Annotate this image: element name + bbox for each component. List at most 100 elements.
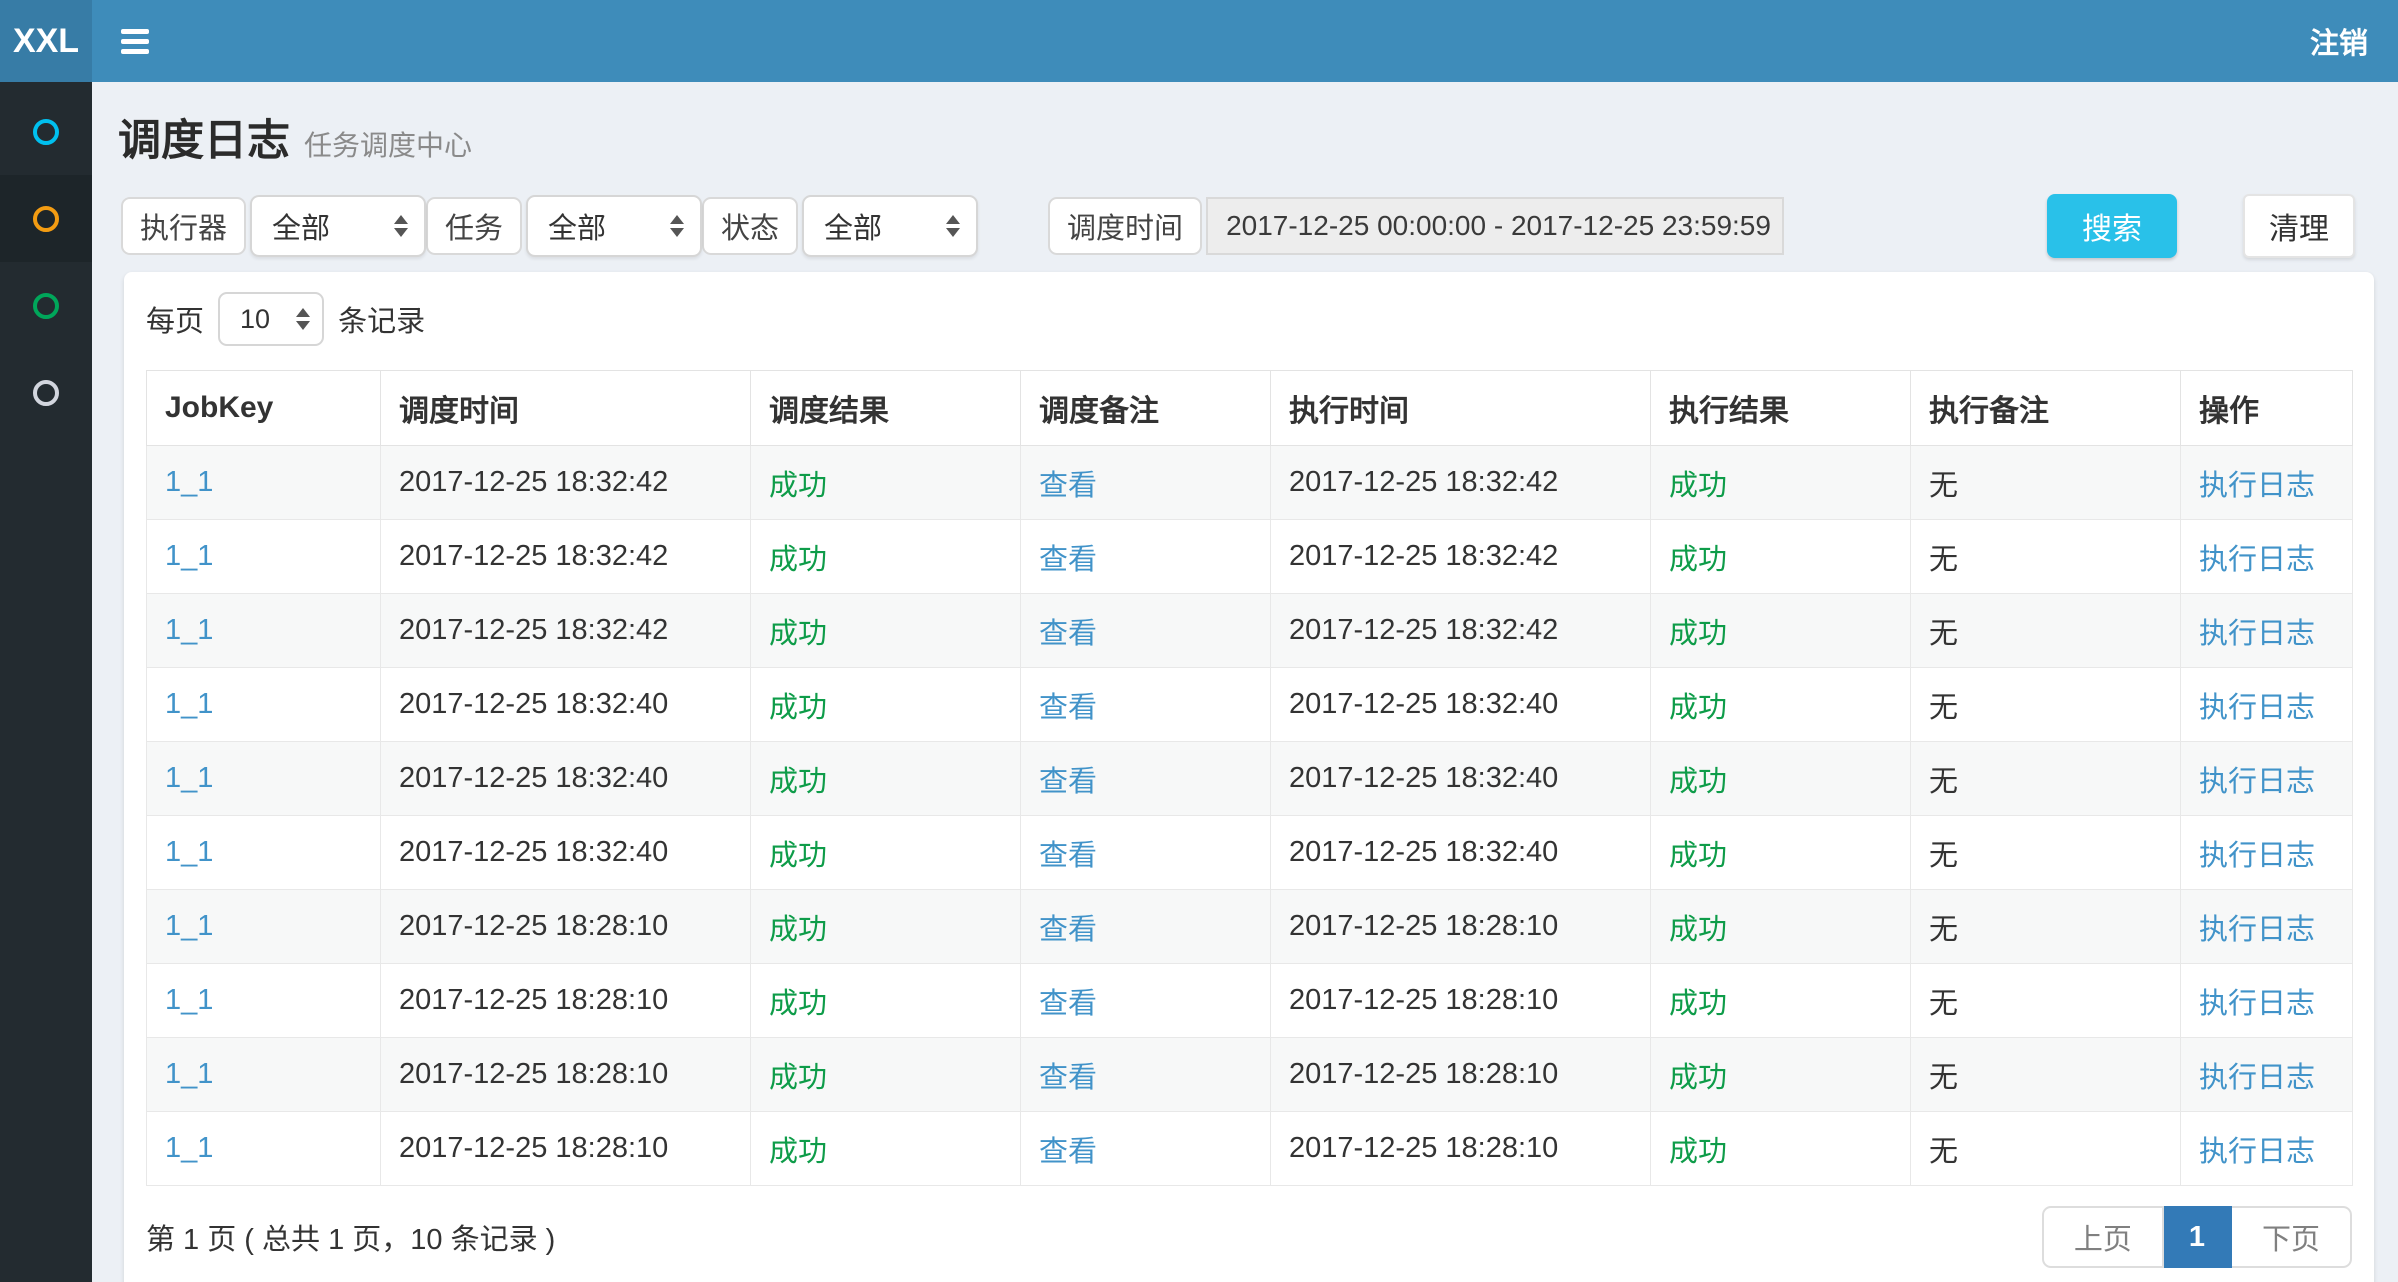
jobkey-link-cell: 1_1 xyxy=(147,816,381,890)
dispatch-time-cell: 2017-12-25 18:32:42 xyxy=(399,614,668,646)
table-row: 1_12017-12-25 18:28:10成功查看2017-12-25 18:… xyxy=(147,890,2353,964)
exec-result-cell: 成功 xyxy=(1669,1062,1727,1094)
exec-remark-cell-cell: 无 xyxy=(1911,816,2181,890)
exec-result-cell-cell: 成功 xyxy=(1651,816,1911,890)
clear-button[interactable]: 清理 xyxy=(2243,194,2355,258)
search-button[interactable]: 搜索 xyxy=(2047,194,2177,258)
pagination: 上页 1 下页 xyxy=(2042,1206,2352,1268)
column-header-dispatch-time: 调度时间 xyxy=(381,371,751,446)
exec-remark-cell: 无 xyxy=(1929,988,1958,1020)
dispatch-time-cell-cell: 2017-12-25 18:32:42 xyxy=(381,594,751,668)
dispatch-remark-link[interactable]: 查看 xyxy=(1039,840,1097,872)
exec-log-link[interactable]: 执行日志 xyxy=(2199,692,2315,724)
jobkey-link[interactable]: 1_1 xyxy=(165,688,213,720)
current-page-button[interactable]: 1 xyxy=(2164,1206,2232,1268)
dispatch-log-table: JobKey 调度时间 调度结果 调度备注 执行时间 执行结果 执行备注 操作 … xyxy=(146,370,2353,1186)
exec-remark-cell: 无 xyxy=(1929,544,1958,576)
exec-result-cell-cell: 成功 xyxy=(1651,1038,1911,1112)
menu-item-gray[interactable] xyxy=(0,349,92,436)
exec-remark-cell-cell: 无 xyxy=(1911,1112,2181,1186)
dispatch-remark-link[interactable]: 查看 xyxy=(1039,1062,1097,1094)
menu-item-green[interactable] xyxy=(0,262,92,349)
exec-log-link[interactable]: 执行日志 xyxy=(2199,470,2315,502)
next-page-button[interactable]: 下页 xyxy=(2232,1206,2352,1268)
dispatch-remark-link-cell: 查看 xyxy=(1021,446,1271,520)
exec-result-cell: 成功 xyxy=(1669,766,1727,798)
exec-log-link[interactable]: 执行日志 xyxy=(2199,840,2315,872)
dispatch-remark-link[interactable]: 查看 xyxy=(1039,988,1097,1020)
exec-log-link-cell: 执行日志 xyxy=(2181,964,2353,1038)
menu-item-yellow[interactable] xyxy=(0,175,92,262)
executor-select[interactable]: 全部 xyxy=(250,195,426,257)
exec-log-link-cell: 执行日志 xyxy=(2181,668,2353,742)
exec-remark-cell-cell: 无 xyxy=(1911,446,2181,520)
dispatch-time-cell-cell: 2017-12-25 18:28:10 xyxy=(381,890,751,964)
logout-link[interactable]: 注销 xyxy=(2280,0,2398,82)
filter-toolbar: 执行器 全部 任务 全部 状态 全部 xyxy=(121,194,2355,258)
jobkey-link[interactable]: 1_1 xyxy=(165,1058,213,1090)
dispatch-remark-link-cell: 查看 xyxy=(1021,668,1271,742)
dispatch-remark-link[interactable]: 查看 xyxy=(1039,914,1097,946)
exec-log-link[interactable]: 执行日志 xyxy=(2199,988,2315,1020)
menu-item-aqua[interactable] xyxy=(0,88,92,175)
jobkey-link[interactable]: 1_1 xyxy=(165,762,213,794)
dispatch-remark-link-cell: 查看 xyxy=(1021,816,1271,890)
dispatch-remark-link[interactable]: 查看 xyxy=(1039,766,1097,798)
table-footer: 第 1 页 ( 总共 1 页，10 条记录 ) 上页 1 下页 xyxy=(146,1206,2352,1282)
exec-log-link[interactable]: 执行日志 xyxy=(2199,618,2315,650)
time-filter-group: 调度时间 2017-12-25 00:00:00 - 2017-12-25 23… xyxy=(1048,197,1784,255)
jobkey-link[interactable]: 1_1 xyxy=(165,984,213,1016)
dispatch-time-cell-cell: 2017-12-25 18:32:40 xyxy=(381,668,751,742)
exec-log-link[interactable]: 执行日志 xyxy=(2199,766,2315,798)
exec-log-link[interactable]: 执行日志 xyxy=(2199,914,2315,946)
exec-time-cell: 2017-12-25 18:32:42 xyxy=(1289,466,1558,498)
executor-select-value: 全部 xyxy=(272,205,330,247)
exec-log-link-cell: 执行日志 xyxy=(2181,742,2353,816)
dispatch-remark-link[interactable]: 查看 xyxy=(1039,544,1097,576)
content-header: 调度日志任务调度中心 xyxy=(92,82,2398,168)
exec-log-link[interactable]: 执行日志 xyxy=(2199,1062,2315,1094)
dispatch-result-cell-cell: 成功 xyxy=(751,964,1021,1038)
job-select[interactable]: 全部 xyxy=(526,195,702,257)
dispatch-result-cell-cell: 成功 xyxy=(751,1038,1021,1112)
jobkey-link[interactable]: 1_1 xyxy=(165,836,213,868)
hamburger-icon xyxy=(121,49,149,54)
exec-result-cell: 成功 xyxy=(1669,988,1727,1020)
jobkey-link[interactable]: 1_1 xyxy=(165,540,213,572)
dispatch-remark-link[interactable]: 查看 xyxy=(1039,1136,1097,1168)
exec-log-link[interactable]: 执行日志 xyxy=(2199,544,2315,576)
select-stepper-icon xyxy=(394,215,408,237)
dispatch-time-cell: 2017-12-25 18:32:40 xyxy=(399,762,668,794)
dispatch-remark-link[interactable]: 查看 xyxy=(1039,618,1097,650)
time-range-input[interactable]: 2017-12-25 00:00:00 - 2017-12-25 23:59:5… xyxy=(1206,197,1784,255)
exec-result-cell-cell: 成功 xyxy=(1651,1112,1911,1186)
exec-log-link[interactable]: 执行日志 xyxy=(2199,1136,2315,1168)
exec-log-link-cell: 执行日志 xyxy=(2181,1112,2353,1186)
exec-result-cell-cell: 成功 xyxy=(1651,594,1911,668)
status-select[interactable]: 全部 xyxy=(802,195,978,257)
exec-time-cell: 2017-12-25 18:32:40 xyxy=(1289,688,1558,720)
jobkey-link[interactable]: 1_1 xyxy=(165,614,213,646)
jobkey-link[interactable]: 1_1 xyxy=(165,910,213,942)
prev-page-button[interactable]: 上页 xyxy=(2042,1206,2164,1268)
exec-log-link-cell: 执行日志 xyxy=(2181,520,2353,594)
dispatch-remark-link[interactable]: 查看 xyxy=(1039,692,1097,724)
page-size-select[interactable]: 10 xyxy=(218,292,324,346)
app-logo[interactable]: XXL xyxy=(0,0,92,82)
dispatch-time-cell-cell: 2017-12-25 18:32:40 xyxy=(381,816,751,890)
dispatch-result-cell: 成功 xyxy=(769,840,827,872)
sidebar-toggle-button[interactable] xyxy=(92,0,178,82)
dispatch-time-cell: 2017-12-25 18:32:40 xyxy=(399,836,668,868)
job-filter-label: 任务 xyxy=(426,197,522,255)
dispatch-time-cell: 2017-12-25 18:28:10 xyxy=(399,1058,668,1090)
exec-result-cell-cell: 成功 xyxy=(1651,446,1911,520)
circle-icon xyxy=(33,119,59,145)
jobkey-link[interactable]: 1_1 xyxy=(165,466,213,498)
jobkey-link[interactable]: 1_1 xyxy=(165,1132,213,1164)
dispatch-remark-link[interactable]: 查看 xyxy=(1039,470,1097,502)
top-navbar: XXL 注销 xyxy=(0,0,2398,82)
dispatch-result-cell: 成功 xyxy=(769,1062,827,1094)
exec-result-cell: 成功 xyxy=(1669,840,1727,872)
exec-time-cell: 2017-12-25 18:32:42 xyxy=(1289,614,1558,646)
exec-time-cell-cell: 2017-12-25 18:28:10 xyxy=(1271,890,1651,964)
